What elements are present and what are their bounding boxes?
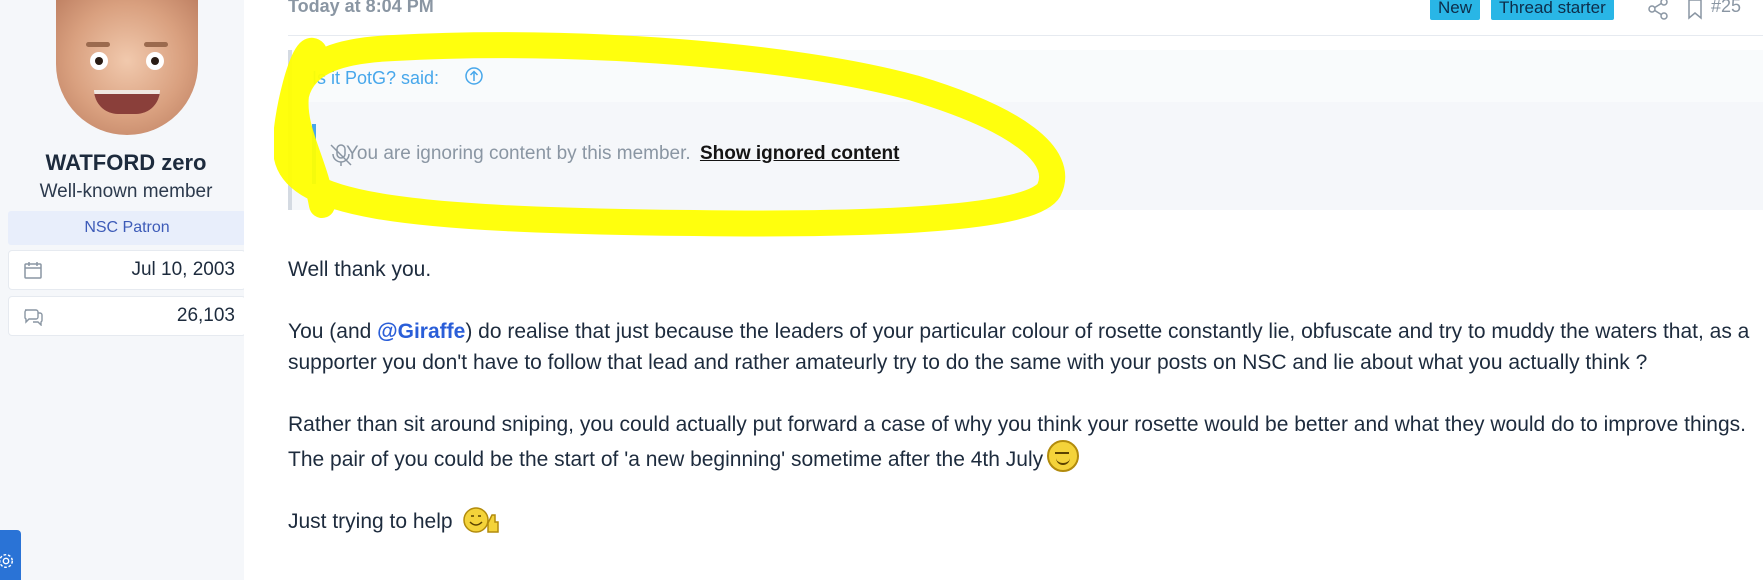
share-icon[interactable] [1647,0,1669,20]
messages-icon [24,309,43,326]
arrow-up-icon[interactable] [464,66,484,86]
joined-date: Jul 10, 2003 [131,259,235,280]
avatar-detail [94,90,160,114]
avatar-detail [90,52,108,70]
divider [288,35,1763,36]
post-paragraph: Just trying to help [288,506,1758,537]
post-content: Well thank you. You (and @Giraffe) do re… [288,254,1758,568]
settings-button[interactable] [0,530,21,580]
post-text: Rather than sit around sniping, you coul… [288,413,1747,471]
quote-body-bar [312,124,316,184]
thread-starter-badge: Thread starter [1491,0,1614,20]
gear-icon [0,553,14,569]
avatar-detail [86,42,110,47]
post-paragraph: Rather than sit around sniping, you coul… [288,409,1758,475]
avatar-detail [146,52,164,70]
quote-attribution[interactable]: Is it PotG? said: [312,68,439,89]
joined-stat: Jul 10, 2003 [8,250,246,290]
thumbs-up-emoji-icon [463,507,500,533]
calendar-icon [24,262,42,279]
post-date[interactable]: Today at 8:04 PM [288,0,434,17]
avatar-detail [144,42,168,47]
quote-block: Is it PotG? said: You are ignoring conte… [288,50,1763,210]
smile-emoji-icon [1047,440,1080,472]
user-title: Well-known member [39,181,213,202]
quote-header: Is it PotG? said: [292,50,1763,102]
post-text: Just trying to help [288,510,453,533]
message-count: 26,103 [176,305,235,326]
post-text: You (and [288,320,378,343]
post-paragraph: Well thank you. [288,258,432,281]
post-paragraph: You (and @Giraffe) do realise that just … [288,316,1758,378]
ignored-notice: You are ignoring content by this member.… [346,143,899,165]
post-main: Today at 8:04 PM New Thread starter #25 … [274,0,1763,580]
messages-stat: 26,103 [8,296,246,336]
bookmark-icon[interactable] [1684,0,1706,20]
username[interactable]: WATFORD zero [0,150,252,176]
avatar[interactable] [56,0,198,135]
user-sidebar: WATFORD zero Well-known member NSC Patro… [0,0,246,580]
user-mention-link[interactable]: @Giraffe [377,320,465,343]
new-badge: New [1430,0,1481,20]
ignored-text: You are ignoring content by this member. [346,143,691,164]
user-banner: NSC Patron [8,211,246,245]
show-ignored-content-link[interactable]: Show ignored content [700,143,900,164]
post-number[interactable]: #25 [1711,0,1741,17]
gutter [244,0,274,580]
post-text: ) do realise that just because the leade… [288,320,1750,374]
